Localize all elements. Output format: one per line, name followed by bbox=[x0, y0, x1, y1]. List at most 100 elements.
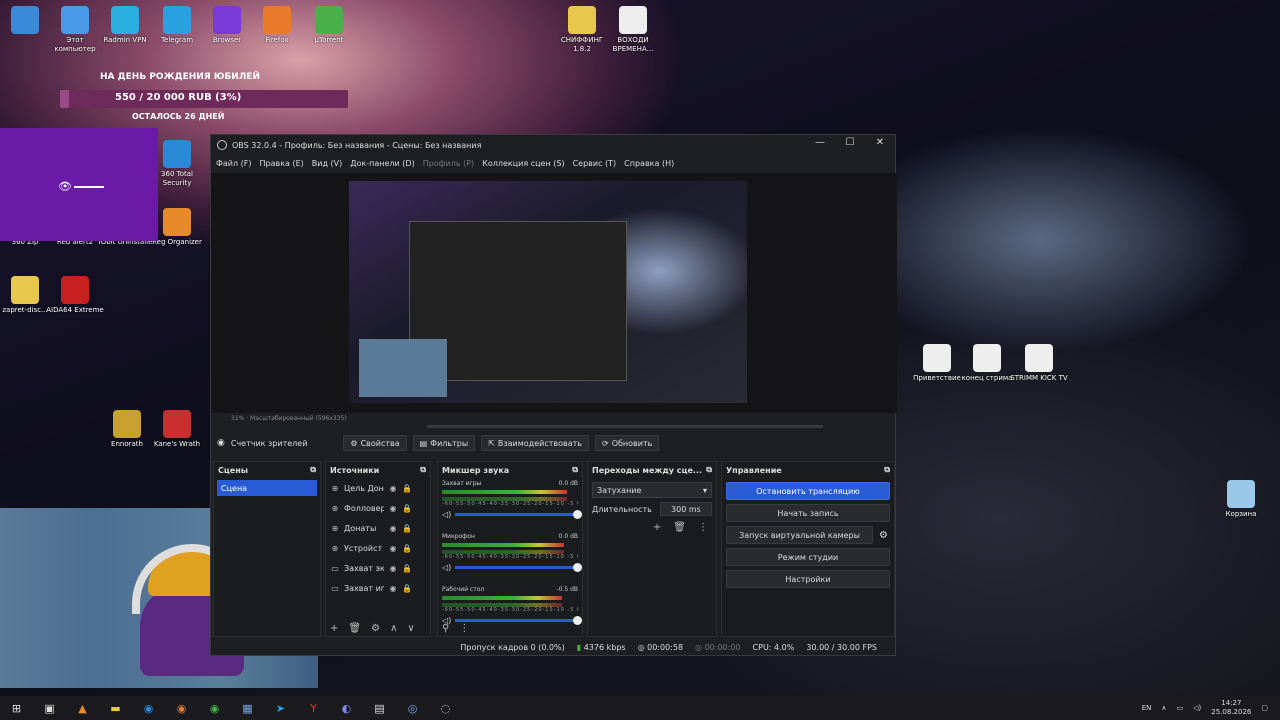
source-row[interactable]: ▭ Захват эк ◉ 🔒 bbox=[326, 558, 430, 578]
notifications-icon[interactable]: ▢ bbox=[1261, 704, 1268, 712]
app-icon[interactable]: ▦ bbox=[231, 696, 264, 720]
desktop-icon[interactable]: STRIMM KICK TV bbox=[1010, 344, 1068, 383]
firefox-icon[interactable]: ◉ bbox=[165, 696, 198, 720]
desktop-icon[interactable]: Radmin VPN bbox=[96, 6, 154, 45]
properties-button[interactable]: ⚙ Свойства bbox=[343, 435, 407, 451]
menu-item[interactable]: Вид (V) bbox=[312, 159, 342, 168]
steam-icon[interactable]: ◎ bbox=[396, 696, 429, 720]
yandex-icon[interactable]: Y bbox=[297, 696, 330, 720]
volume-icon[interactable]: ◁) bbox=[1193, 704, 1201, 712]
menu-item[interactable]: Док-панели (D) bbox=[350, 159, 414, 168]
start-button[interactable]: ⊞ bbox=[0, 696, 33, 720]
desktop-icon[interactable]: Корзина bbox=[1212, 480, 1270, 519]
undock-icon[interactable]: ⧉ bbox=[310, 465, 316, 475]
undock-icon[interactable]: ⧉ bbox=[706, 465, 712, 475]
desktop-icon[interactable]: AIDA64 Extreme bbox=[46, 276, 104, 315]
stop-stream-button[interactable]: Остановить трансляцию bbox=[726, 482, 890, 500]
add-transition-icon[interactable]: + bbox=[653, 522, 661, 533]
remove-source-icon[interactable]: 🗑 bbox=[348, 623, 361, 634]
slider-knob[interactable] bbox=[573, 563, 582, 572]
undock-icon[interactable]: ⧉ bbox=[420, 465, 426, 475]
visibility-eye-icon[interactable]: ◉ bbox=[388, 584, 398, 593]
menu-item[interactable]: Профиль (P) bbox=[423, 159, 474, 168]
slider-knob[interactable] bbox=[573, 616, 582, 625]
source-row[interactable]: ⊕ Устройст ◉ 🔒 bbox=[326, 538, 430, 558]
lock-icon[interactable]: 🔒 bbox=[402, 484, 412, 493]
obs-taskbar-icon[interactable]: ◌ bbox=[429, 696, 462, 720]
menu-item[interactable]: Коллекция сцен (S) bbox=[482, 159, 564, 168]
minimize-button[interactable]: — bbox=[805, 137, 835, 153]
visibility-eye-icon[interactable]: ◉ bbox=[388, 564, 398, 573]
source-row[interactable]: ▭ Захват иг ◉ 🔒 bbox=[326, 578, 430, 598]
slider-knob[interactable] bbox=[573, 510, 582, 519]
source-row[interactable]: ⊕ Фолловер ◉ 🔒 bbox=[326, 498, 430, 518]
maximize-button[interactable]: ☐ bbox=[835, 137, 865, 153]
desktop-icon[interactable]: µTorrent bbox=[300, 6, 358, 45]
visibility-eye-icon[interactable]: ◉ bbox=[388, 524, 398, 533]
telegram-icon[interactable]: ➤ bbox=[264, 696, 297, 720]
language-indicator[interactable]: EN bbox=[1142, 704, 1152, 712]
explorer-icon[interactable]: ▬ bbox=[99, 696, 132, 720]
link-icon[interactable]: ⚲ bbox=[442, 623, 449, 634]
refresh-button[interactable]: ⟳ Обновить bbox=[594, 435, 660, 451]
preview-scrollbar[interactable] bbox=[427, 425, 823, 428]
lock-icon[interactable]: 🔒 bbox=[402, 504, 412, 513]
lock-icon[interactable]: 🔒 bbox=[402, 544, 412, 553]
desktop-icon[interactable]: Kane's Wrath bbox=[148, 410, 206, 449]
desktop-icon[interactable]: СНИФФИНГ 1.8.2 bbox=[553, 6, 611, 54]
volume-slider[interactable] bbox=[455, 563, 582, 572]
volume-slider[interactable] bbox=[455, 510, 582, 519]
filters-button[interactable]: ▤ Фильтры bbox=[412, 435, 476, 451]
obs-titlebar[interactable]: OBS 32.0.4 - Профиль: Без названия - Сце… bbox=[211, 135, 895, 155]
undock-icon[interactable]: ⧉ bbox=[884, 465, 890, 475]
visibility-eye-icon[interactable]: ◉ bbox=[388, 504, 398, 513]
volume-icon[interactable]: ◁) bbox=[442, 510, 451, 519]
clock[interactable]: 14:27 25.08.2026 bbox=[1211, 699, 1251, 717]
settings-button[interactable]: Настройки bbox=[726, 570, 890, 588]
menu-item[interactable]: Правка (E) bbox=[260, 159, 304, 168]
virtual-camera-button[interactable]: Запуск виртуальной камеры bbox=[726, 526, 874, 544]
source-row[interactable]: ⊕ Цель Дон ◉ 🔒 bbox=[326, 478, 430, 498]
desktop-icon[interactable]: ВОХОДИ ВРЕМЕНА... bbox=[604, 6, 662, 54]
lock-icon[interactable]: 🔒 bbox=[402, 584, 412, 593]
task-view-icon[interactable]: ▣ bbox=[33, 696, 66, 720]
preview-canvas[interactable] bbox=[349, 181, 747, 403]
more-vertical-icon[interactable]: ⋮ bbox=[459, 623, 469, 634]
lock-icon[interactable]: 🔒 bbox=[402, 564, 412, 573]
studio-mode-button[interactable]: Режим студии bbox=[726, 548, 890, 566]
volume-icon[interactable]: ◁) bbox=[442, 563, 451, 572]
discord-icon[interactable]: ◐ bbox=[330, 696, 363, 720]
network-icon[interactable]: ▭ bbox=[1177, 704, 1184, 712]
volume-slider[interactable] bbox=[455, 616, 582, 625]
chevron-up-icon[interactable]: ∧ bbox=[1161, 704, 1166, 712]
remove-transition-icon[interactable]: 🗑 bbox=[673, 522, 686, 533]
interact-button[interactable]: ⇱ Взаимодействовать bbox=[481, 435, 589, 451]
lock-icon[interactable]: 🔒 bbox=[402, 524, 412, 533]
edge-icon[interactable]: ◉ bbox=[132, 696, 165, 720]
visibility-eye-icon[interactable]: ◉ bbox=[388, 544, 398, 553]
undock-icon[interactable]: ⧉ bbox=[572, 465, 578, 475]
move-down-icon[interactable]: ∨ bbox=[407, 623, 414, 634]
desktop-icon[interactable]: Firefox bbox=[248, 6, 306, 45]
more-vertical-icon[interactable]: ⋮ bbox=[698, 522, 708, 533]
menu-item[interactable]: Справка (H) bbox=[624, 159, 674, 168]
utorrent-icon[interactable]: ◉ bbox=[198, 696, 231, 720]
menu-item[interactable]: Сервис (T) bbox=[573, 159, 617, 168]
epic-icon[interactable]: ▤ bbox=[363, 696, 396, 720]
duration-input[interactable]: 300 ms bbox=[659, 502, 712, 516]
add-source-icon[interactable]: + bbox=[330, 623, 338, 634]
scene-item[interactable]: Сцена bbox=[217, 480, 317, 496]
visibility-eye-icon[interactable]: ◉ bbox=[388, 484, 398, 493]
desktop-icon[interactable]: конец стрима bbox=[958, 344, 1016, 383]
move-up-icon[interactable]: ∧ bbox=[390, 623, 397, 634]
transition-select[interactable]: Затухание ▾ bbox=[592, 482, 712, 498]
menu-item[interactable]: Файл (F) bbox=[216, 159, 252, 168]
gear-icon[interactable]: ⚙ bbox=[879, 530, 888, 541]
close-button[interactable]: ✕ bbox=[865, 137, 895, 153]
preview-area[interactable] bbox=[211, 173, 897, 413]
start-record-button[interactable]: Начать запись bbox=[726, 504, 890, 522]
obs-window[interactable]: OBS 32.0.4 - Профиль: Без названия - Сце… bbox=[210, 134, 897, 656]
vlc-icon[interactable]: ▲ bbox=[66, 696, 99, 720]
source-settings-icon[interactable]: ⚙ bbox=[371, 623, 380, 634]
source-row[interactable]: ⊕ Донаты ◉ 🔒 bbox=[326, 518, 430, 538]
